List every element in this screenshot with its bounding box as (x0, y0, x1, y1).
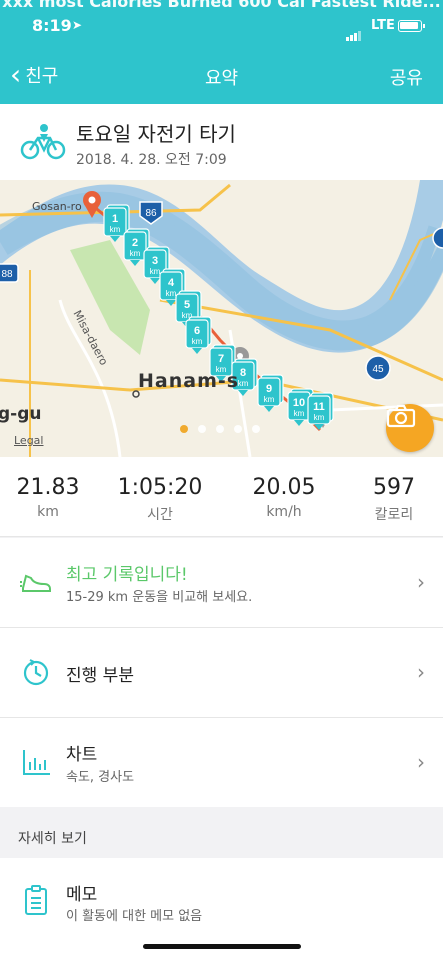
svg-text:45: 45 (372, 364, 384, 375)
clock-refresh-icon (23, 659, 49, 686)
back-button[interactable]: ‹ 친구 (10, 58, 59, 91)
km-marker-number: 10 (293, 397, 305, 409)
km-marker: 9km (257, 374, 284, 412)
activity-title: 토요일 자전기 타기 (76, 122, 236, 146)
activity-header: 토요일 자전기 타기 2018. 4. 28. 오전 7:09 (0, 104, 443, 180)
best-record-row[interactable]: 최고 기록입니다! 15-29 km 운동을 비교해 보세요. › (0, 538, 443, 627)
activity-datetime: 2018. 4. 28. 오전 7:09 (76, 152, 227, 168)
details-section-title: 자세히 보기 (18, 831, 87, 847)
stat-duration-unit: 시간 (147, 507, 173, 523)
stat-speed-value: 20.05 (252, 475, 316, 500)
km-marker-number: 6 (194, 325, 200, 337)
top-bar: xxx most Calories Burned 600 Cal Fastest… (0, 0, 443, 104)
stat-calories-value: 597 (373, 475, 415, 500)
map-label-city: Hanam-s (138, 370, 240, 392)
stat-duration: 1:05:20 시간 (108, 475, 212, 524)
chevron-right-icon: › (417, 570, 425, 594)
km-marker-unit: km (264, 395, 275, 404)
shoe-icon (20, 574, 51, 592)
chevron-right-icon: › (417, 750, 425, 774)
stat-speed: 20.05 km/h (244, 475, 324, 520)
km-marker-unit: km (294, 409, 305, 418)
add-photo-button[interactable] (386, 404, 434, 452)
share-button[interactable]: 공유 (390, 64, 423, 90)
km-marker-unit: km (166, 289, 177, 298)
notification-banner: xxx most Calories Burned 600 Cal Fastest… (2, 0, 441, 11)
km-marker-unit: km (192, 337, 203, 346)
km-marker-unit: km (150, 267, 161, 276)
map-label-gosan: Gosan-ro (32, 200, 82, 213)
route-map[interactable]: 86 88 45 1 km 2 km 3 km 4 km 5 km 6 km 7 km 8 km 9 km 10 km… (0, 180, 443, 457)
route-shield-88: 88 (0, 263, 19, 283)
km-marker-number: 5 (184, 299, 190, 311)
km-marker-unit: km (110, 225, 121, 234)
back-label: 친구 (25, 66, 59, 87)
km-marker: 11km (307, 392, 334, 430)
chevron-left-icon: ‹ (10, 58, 22, 91)
stat-calories-unit: 칼로리 (374, 507, 414, 523)
stat-distance: 21.83 km (10, 475, 86, 520)
progress-title: 진행 부분 (66, 666, 134, 686)
home-indicator[interactable] (143, 944, 301, 949)
camera-icon (386, 404, 416, 428)
best-record-subtitle: 15-29 km 운동을 비교해 보세요. (66, 590, 253, 605)
map-canvas: 86 88 45 1km2km3km4km5km6km7km 8km 9km 10km… (0, 180, 443, 457)
clipboard-icon (25, 885, 47, 915)
page-dot-4[interactable] (234, 425, 242, 433)
status-time: 8:19 (32, 16, 72, 35)
map-label-gu: g-gu (0, 404, 42, 424)
chart-title: 차트 (66, 745, 98, 765)
map-legal-link[interactable]: Legal (14, 434, 43, 447)
memo-title: 메모 (66, 885, 98, 905)
km-marker-unit: km (314, 413, 325, 422)
chevron-right-icon: › (417, 660, 425, 684)
stat-speed-unit: km/h (266, 504, 302, 520)
stat-distance-value: 21.83 (16, 475, 80, 500)
svg-text:88: 88 (1, 269, 13, 280)
km-marker-number: 4 (168, 277, 175, 289)
chart-row[interactable]: 차트 속도, 경사도 › (0, 718, 443, 807)
stats-panel: 21.83 km 1:05:20 시간 20.05 km/h 597 칼로리 (0, 457, 443, 537)
svg-text:86: 86 (145, 208, 157, 219)
page-dot-5[interactable] (252, 425, 260, 433)
km-marker-number: 7 (218, 353, 224, 365)
bicycle-icon (20, 124, 66, 160)
page-dot-3[interactable] (216, 425, 224, 433)
stat-calories: 597 칼로리 (358, 475, 430, 524)
navigation-bar: ‹ 친구 요약 공유 (0, 60, 443, 94)
bar-chart-icon (23, 750, 50, 775)
km-marker: 6km (185, 316, 212, 354)
page-title: 요약 (204, 68, 239, 89)
page-dot-1[interactable] (180, 425, 188, 433)
network-label: LTE (371, 18, 395, 33)
km-marker-unit: km (130, 249, 141, 258)
km-marker-unit: km (238, 379, 249, 388)
signal-icon (346, 22, 362, 41)
km-marker-number: 3 (152, 255, 158, 267)
stat-duration-value: 1:05:20 (117, 475, 203, 500)
best-record-title: 최고 기록입니다! (66, 565, 188, 585)
km-marker-number: 11 (313, 401, 325, 413)
page-dot-2[interactable] (198, 425, 206, 433)
details-section-header: 자세히 보기 (0, 808, 443, 858)
km-marker-number: 1 (112, 213, 118, 225)
progress-row[interactable]: 진행 부분 › (0, 628, 443, 717)
chart-subtitle: 속도, 경사도 (66, 770, 135, 785)
status-bar: 8:19 ➤ LTE (0, 16, 443, 41)
memo-subtitle: 이 활동에 대한 메모 없음 (66, 909, 203, 924)
location-arrow-icon: ➤ (72, 18, 83, 32)
map-page-indicator[interactable] (180, 425, 270, 433)
stat-distance-unit: km (37, 504, 59, 520)
km-marker-number: 8 (240, 367, 246, 379)
route-shield-45: 45 (365, 355, 391, 381)
km-marker-number: 9 (266, 383, 272, 395)
km-marker-number: 2 (132, 237, 138, 249)
battery-icon (398, 20, 425, 32)
